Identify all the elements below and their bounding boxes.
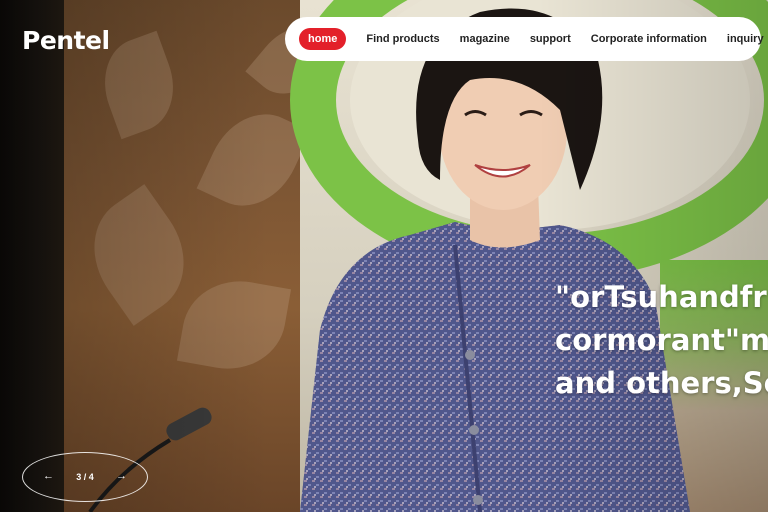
slide-counter: 3 / 4 xyxy=(76,472,94,482)
nav-item-home[interactable]: home xyxy=(299,28,347,50)
main-nav: home Find products magazine support Corp… xyxy=(285,17,764,61)
nav-item-corporate-information[interactable]: Corporate information xyxy=(591,33,707,45)
headline-line: "orTsuhandfr xyxy=(555,280,767,314)
pentel-logo[interactable]: Pentel xyxy=(22,26,110,55)
headline-line: and others,Se xyxy=(555,366,768,400)
nav-item-inquiry[interactable]: inquiry xyxy=(727,33,764,45)
hero-headline: "orTsuhandfr cormorant"m and others,Se xyxy=(555,276,768,405)
nav-item-find-products[interactable]: Find products xyxy=(366,33,439,45)
arrow-right-icon[interactable]: → xyxy=(116,470,127,482)
nav-item-magazine[interactable]: magazine xyxy=(460,33,510,45)
headline-line: cormorant"m xyxy=(555,323,768,357)
hero-slide xyxy=(0,0,768,512)
slide-pager: ← 3 / 4 → xyxy=(22,452,148,502)
nav-item-support[interactable]: support xyxy=(530,33,571,45)
